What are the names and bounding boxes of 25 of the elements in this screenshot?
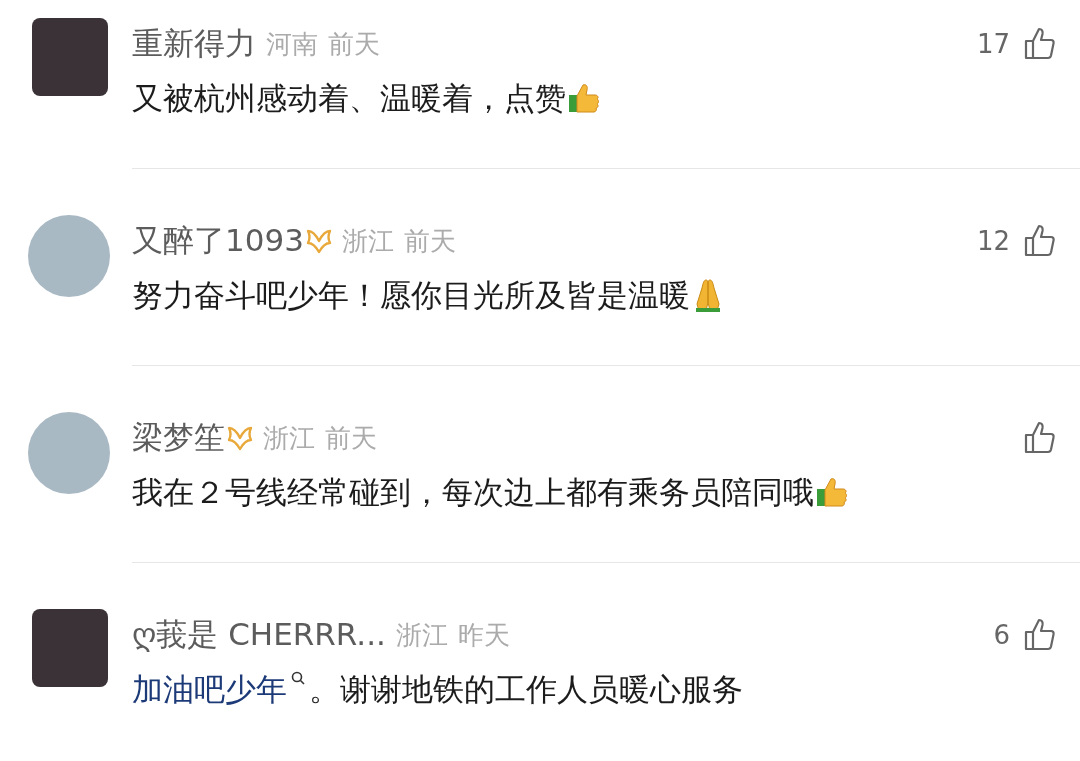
username: ღ莪是 CHERRR... bbox=[132, 615, 386, 654]
username: 梁梦笙 bbox=[132, 418, 225, 457]
time-label: 前天 bbox=[403, 224, 456, 258]
search-icon bbox=[291, 671, 305, 685]
like-icon[interactable] bbox=[1024, 27, 1056, 61]
comment-text: 努力奋斗吧少年！愿你目光所及皆是温暖 bbox=[132, 276, 690, 315]
location-label: 河南 bbox=[266, 27, 318, 61]
username: 又醉了1093 bbox=[132, 221, 304, 260]
location-label: 浙江 bbox=[263, 421, 315, 455]
topic-link[interactable]: 加油吧少年 bbox=[132, 669, 309, 711]
time-label: 前天 bbox=[325, 421, 377, 455]
comment-text: 我在２号线经常碰到，每次边上都有乘务员陪同哦 bbox=[132, 473, 814, 512]
time-label: 昨天 bbox=[457, 618, 510, 652]
time-label: 前天 bbox=[328, 27, 380, 61]
like-icon[interactable] bbox=[1024, 421, 1056, 455]
like-icon[interactable] bbox=[1024, 618, 1056, 652]
comment-text: 。谢谢地铁的工作人员暖心服务 bbox=[309, 670, 743, 709]
like-icon[interactable] bbox=[1024, 224, 1056, 258]
location-label: 浙江 bbox=[395, 618, 448, 652]
like-count: 6 bbox=[993, 620, 1010, 650]
username: 重新得力 bbox=[132, 24, 256, 63]
like-count: 12 bbox=[976, 226, 1010, 256]
location-label: 浙江 bbox=[341, 224, 394, 258]
comment-text: 又被杭州感动着、温暖着，点赞 bbox=[132, 79, 566, 118]
like-count: 17 bbox=[976, 29, 1010, 59]
